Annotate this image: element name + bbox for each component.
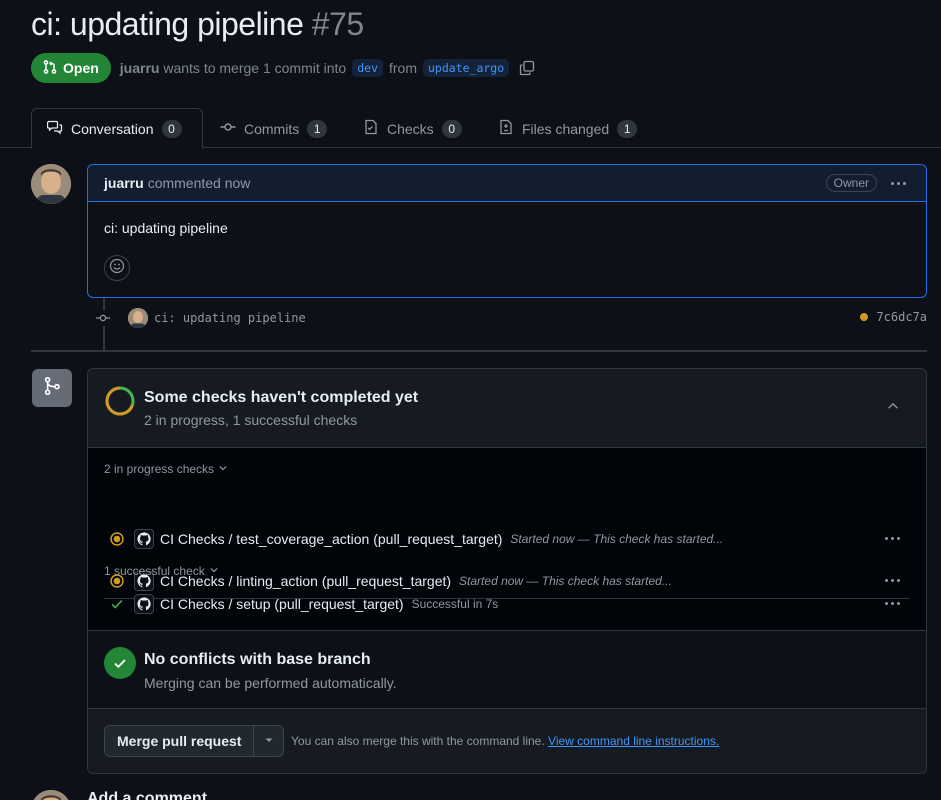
chevron-down-icon bbox=[218, 462, 228, 476]
commit-sha[interactable]: 7c6dc7a bbox=[876, 310, 927, 324]
check-options-icon[interactable] bbox=[885, 579, 900, 582]
pull-request-icon bbox=[42, 59, 58, 78]
check-success-icon bbox=[109, 597, 125, 611]
state-badge: Open bbox=[31, 53, 111, 83]
checks-title: Some checks haven't completed yet bbox=[144, 389, 419, 406]
pr-title: ci: updating pipeline #75 bbox=[31, 6, 364, 43]
merge-button-group: Merge pull request bbox=[104, 725, 285, 757]
tab-label: Checks bbox=[387, 120, 434, 137]
conflict-status: No conflicts with base branch Merging ca… bbox=[88, 631, 926, 709]
check-description: Started now — This check has started... bbox=[510, 532, 724, 546]
owner-badge: Owner bbox=[825, 174, 877, 192]
group-label-text: 1 successful check bbox=[104, 564, 205, 578]
github-icon bbox=[134, 529, 154, 549]
check-options-icon[interactable] bbox=[885, 537, 900, 540]
commit-message[interactable]: ci: updating pipeline bbox=[154, 311, 306, 325]
add-comment-heading: Add a comment bbox=[87, 790, 208, 800]
merge-hint: You can also merge this with the command… bbox=[291, 734, 719, 748]
add-reaction-button[interactable] bbox=[104, 255, 130, 281]
in-progress-group-toggle[interactable]: 2 in progress checks bbox=[104, 462, 228, 476]
commit-avatar[interactable] bbox=[128, 308, 148, 328]
merge-pull-request-button[interactable]: Merge pull request bbox=[105, 726, 255, 756]
from-text: from bbox=[389, 60, 417, 76]
successful-group-toggle[interactable]: 1 successful check bbox=[104, 564, 219, 578]
pr-title-text: ci: updating pipeline bbox=[31, 6, 304, 42]
checks-subtitle: 2 in progress, 1 successful checks bbox=[144, 412, 358, 428]
pending-status-icon bbox=[109, 532, 125, 546]
tab-counter: 0 bbox=[161, 119, 182, 138]
github-icon bbox=[134, 594, 154, 614]
group-label-text: 2 in progress checks bbox=[104, 462, 215, 476]
chevron-down-icon bbox=[209, 564, 219, 578]
comment-header: juarru commented now Owner bbox=[88, 165, 926, 202]
merge-box: Some checks haven't completed yet 2 in p… bbox=[87, 368, 927, 774]
caret-down-icon bbox=[264, 732, 274, 750]
tab-label: Commits bbox=[244, 120, 300, 137]
check-name[interactable]: CI Checks / test_coverage_action (pull_r… bbox=[160, 531, 502, 547]
pending-dot-icon[interactable] bbox=[860, 313, 869, 321]
conflict-subtitle: Merging can be performed automatically. bbox=[144, 675, 397, 691]
state-label: Open bbox=[63, 60, 99, 76]
tab-conversation[interactable]: Conversation 0 bbox=[31, 108, 203, 149]
merge-text: wants to merge 1 commit into bbox=[163, 60, 347, 76]
file-diff-icon bbox=[498, 119, 514, 138]
tab-counter: 1 bbox=[617, 119, 638, 138]
conflict-title: No conflicts with base branch bbox=[144, 651, 371, 668]
merge-box-icon bbox=[32, 369, 72, 407]
head-branch[interactable]: update_argo bbox=[423, 59, 510, 77]
check-name[interactable]: CI Checks / setup (pull_request_target) bbox=[160, 596, 404, 612]
comment-body: ci: updating pipeline bbox=[104, 220, 228, 236]
command-line-instructions-link[interactable]: View command line instructions. bbox=[548, 734, 719, 748]
commit-icon bbox=[220, 119, 236, 138]
pr-tabs: Conversation 0 Commits 1 Checks 0 Files … bbox=[0, 108, 941, 149]
commit-status: 7c6dc7a bbox=[860, 310, 927, 324]
tab-counter: 0 bbox=[441, 119, 462, 138]
conversation-icon bbox=[46, 119, 63, 138]
tab-checks[interactable]: Checks 0 bbox=[348, 108, 477, 149]
commit-icon bbox=[95, 310, 111, 326]
merge-hint-text: You can also merge this with the command… bbox=[291, 734, 545, 748]
copy-icon[interactable] bbox=[519, 60, 535, 76]
checks-list: 2 in progress checks CI Checks / linting… bbox=[88, 448, 926, 631]
tab-counter: 1 bbox=[307, 119, 328, 138]
check-circle-icon bbox=[104, 647, 136, 679]
tab-files-changed[interactable]: Files changed 1 bbox=[483, 108, 652, 149]
check-description: Successful in 7s bbox=[411, 597, 499, 611]
merge-actions: Merge pull request You can also merge th… bbox=[88, 709, 926, 773]
comment-author[interactable]: juarru bbox=[104, 175, 144, 191]
author-link[interactable]: juarru bbox=[120, 60, 160, 76]
comment-time[interactable]: commented now bbox=[148, 175, 251, 191]
tab-commits[interactable]: Commits 1 bbox=[205, 108, 342, 149]
timeline-divider bbox=[31, 350, 927, 352]
checks-summary[interactable]: Some checks haven't completed yet 2 in p… bbox=[88, 369, 926, 448]
chevron-up-icon[interactable] bbox=[886, 399, 900, 418]
comment-options-icon[interactable] bbox=[891, 182, 906, 185]
pr-number: #75 bbox=[311, 6, 364, 42]
tab-label: Files changed bbox=[522, 120, 610, 137]
check-row[interactable]: CI Checks / test_coverage_action (pull_r… bbox=[104, 521, 910, 557]
timeline-commit: ci: updating pipeline 7c6dc7a bbox=[95, 307, 927, 329]
pr-meta: Open juarru wants to merge 1 commit into… bbox=[31, 53, 535, 83]
base-branch[interactable]: dev bbox=[352, 59, 383, 77]
progress-ring-icon bbox=[104, 385, 136, 422]
avatar[interactable] bbox=[31, 164, 71, 204]
merge-method-dropdown[interactable] bbox=[254, 726, 283, 756]
smiley-icon bbox=[109, 258, 125, 279]
git-merge-icon bbox=[42, 376, 62, 401]
merge-description: juarru wants to merge 1 commit into bbox=[120, 60, 346, 76]
avatar[interactable] bbox=[31, 790, 71, 800]
tab-label: Conversation bbox=[71, 120, 154, 137]
check-options-icon[interactable] bbox=[885, 602, 900, 605]
comment-box: juarru commented now Owner ci: updating … bbox=[87, 164, 927, 298]
checklist-icon bbox=[363, 119, 379, 138]
check-row[interactable]: CI Checks / setup (pull_request_target) … bbox=[104, 586, 910, 622]
